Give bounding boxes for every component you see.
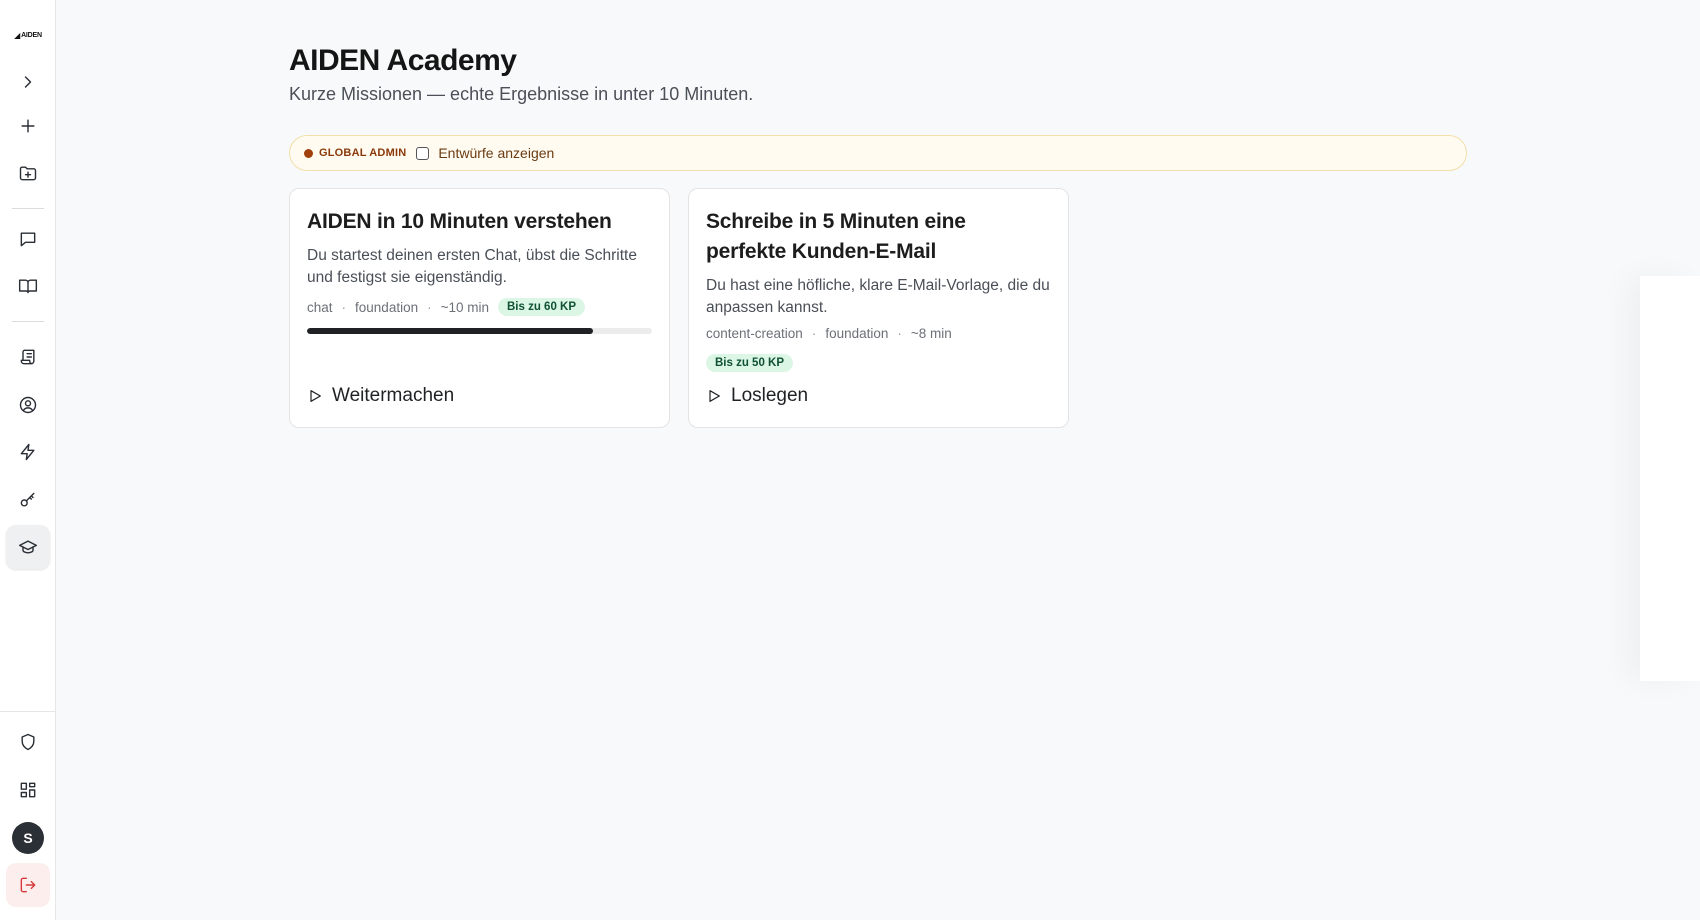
meta-separator: · [897,326,902,341]
continue-button-label: Weitermachen [332,385,455,406]
mission-card[interactable]: AIDEN in 10 Minuten verstehen Du startes… [289,188,670,428]
scroll-icon [20,349,35,365]
side-panel-edge [1640,276,1700,681]
mission-duration: ~8 min [910,326,952,341]
message-icon [20,232,36,247]
continue-button[interactable]: Weitermachen [307,385,454,407]
mission-meta-badges: Bis zu 50 KP [706,354,794,372]
start-button[interactable]: Loslegen [706,385,808,407]
global-admin-badge: GLOBAL ADMIN [319,147,407,159]
mission-level: foundation [825,326,889,341]
show-drafts-label[interactable]: Entwürfe anzeigen [438,145,554,161]
meta-separator: · [427,299,432,315]
mission-category: content-creation [706,326,803,341]
page-title: AIDEN Academy [289,44,517,77]
admin-status-dot [304,148,313,158]
aiden-logo[interactable]: ◢ AIDEN [9,17,47,53]
graduation-cap-icon [18,540,38,554]
new-folder-button[interactable] [6,151,50,195]
logout-button[interactable] [6,863,50,907]
sidebar-bottom-divider [0,711,56,712]
sidebar-item-academy[interactable] [6,525,50,569]
folder-plus-icon [19,166,37,181]
mission-description: Du hast eine höfliche, klare E-Mail-Vorl… [706,277,1050,316]
mission-level: foundation [355,299,419,315]
sidebar-item-profile[interactable] [6,383,50,427]
lightning-icon [20,443,35,461]
sidebar-item-library[interactable] [6,264,50,308]
sidebar-item-chats[interactable] [6,217,50,261]
mission-progress-fill [307,328,594,334]
user-circle-icon [19,396,37,414]
sidebar-item-security[interactable] [6,720,50,764]
shield-icon [21,733,35,751]
mission-category: chat [307,299,333,315]
book-open-icon [18,279,38,294]
logout-icon [20,877,36,893]
mission-title: Schreibe in 5 Minuten eine perfekte Kund… [706,210,966,263]
page-subtitle: Kurze Missionen — echte Ergebnisse in un… [289,84,754,104]
sidebar: ◢ AIDEN S [0,0,56,920]
plus-icon [21,119,35,133]
mission-duration: ~10 min [440,299,489,315]
sidebar-divider [12,208,44,209]
kp-badge: Bis zu 50 KP [706,354,794,372]
avatar[interactable]: S [12,822,44,854]
meta-separator: · [341,299,347,315]
mission-meta: chat · foundation · ~10 min Bis zu 60 KP [307,298,586,316]
mission-meta: content-creation · foundation · ~8 min [706,326,952,341]
admin-bar: GLOBAL ADMIN Entwürfe anzeigen [289,135,1467,171]
mission-title: AIDEN in 10 Minuten verstehen [307,210,612,233]
show-drafts-checkbox[interactable] [416,146,430,160]
key-icon [20,492,35,507]
kp-badge: Bis zu 60 KP [498,298,586,316]
chevron-right-icon [24,76,32,88]
dashboard-grid-icon [20,782,36,798]
logo-mark-icon: ◢ [14,30,21,40]
sidebar-item-prompts[interactable] [6,335,50,379]
play-icon [310,390,321,402]
mission-progress-bar [307,328,652,334]
sidebar-item-dashboard[interactable] [6,768,50,812]
sidebar-item-automations[interactable] [6,430,50,474]
expand-sidebar-button[interactable] [6,60,50,104]
start-button-label: Loslegen [731,385,809,406]
mission-description: Du startest deinen ersten Chat, übst die… [307,247,637,286]
logo-text: AIDEN [21,31,42,39]
mission-card[interactable]: Schreibe in 5 Minuten eine perfekte Kund… [688,188,1069,428]
new-chat-button[interactable] [6,104,50,148]
meta-separator: · [811,326,817,341]
play-icon [709,390,720,402]
sidebar-divider [12,321,44,322]
sidebar-item-api-keys[interactable] [6,478,50,522]
